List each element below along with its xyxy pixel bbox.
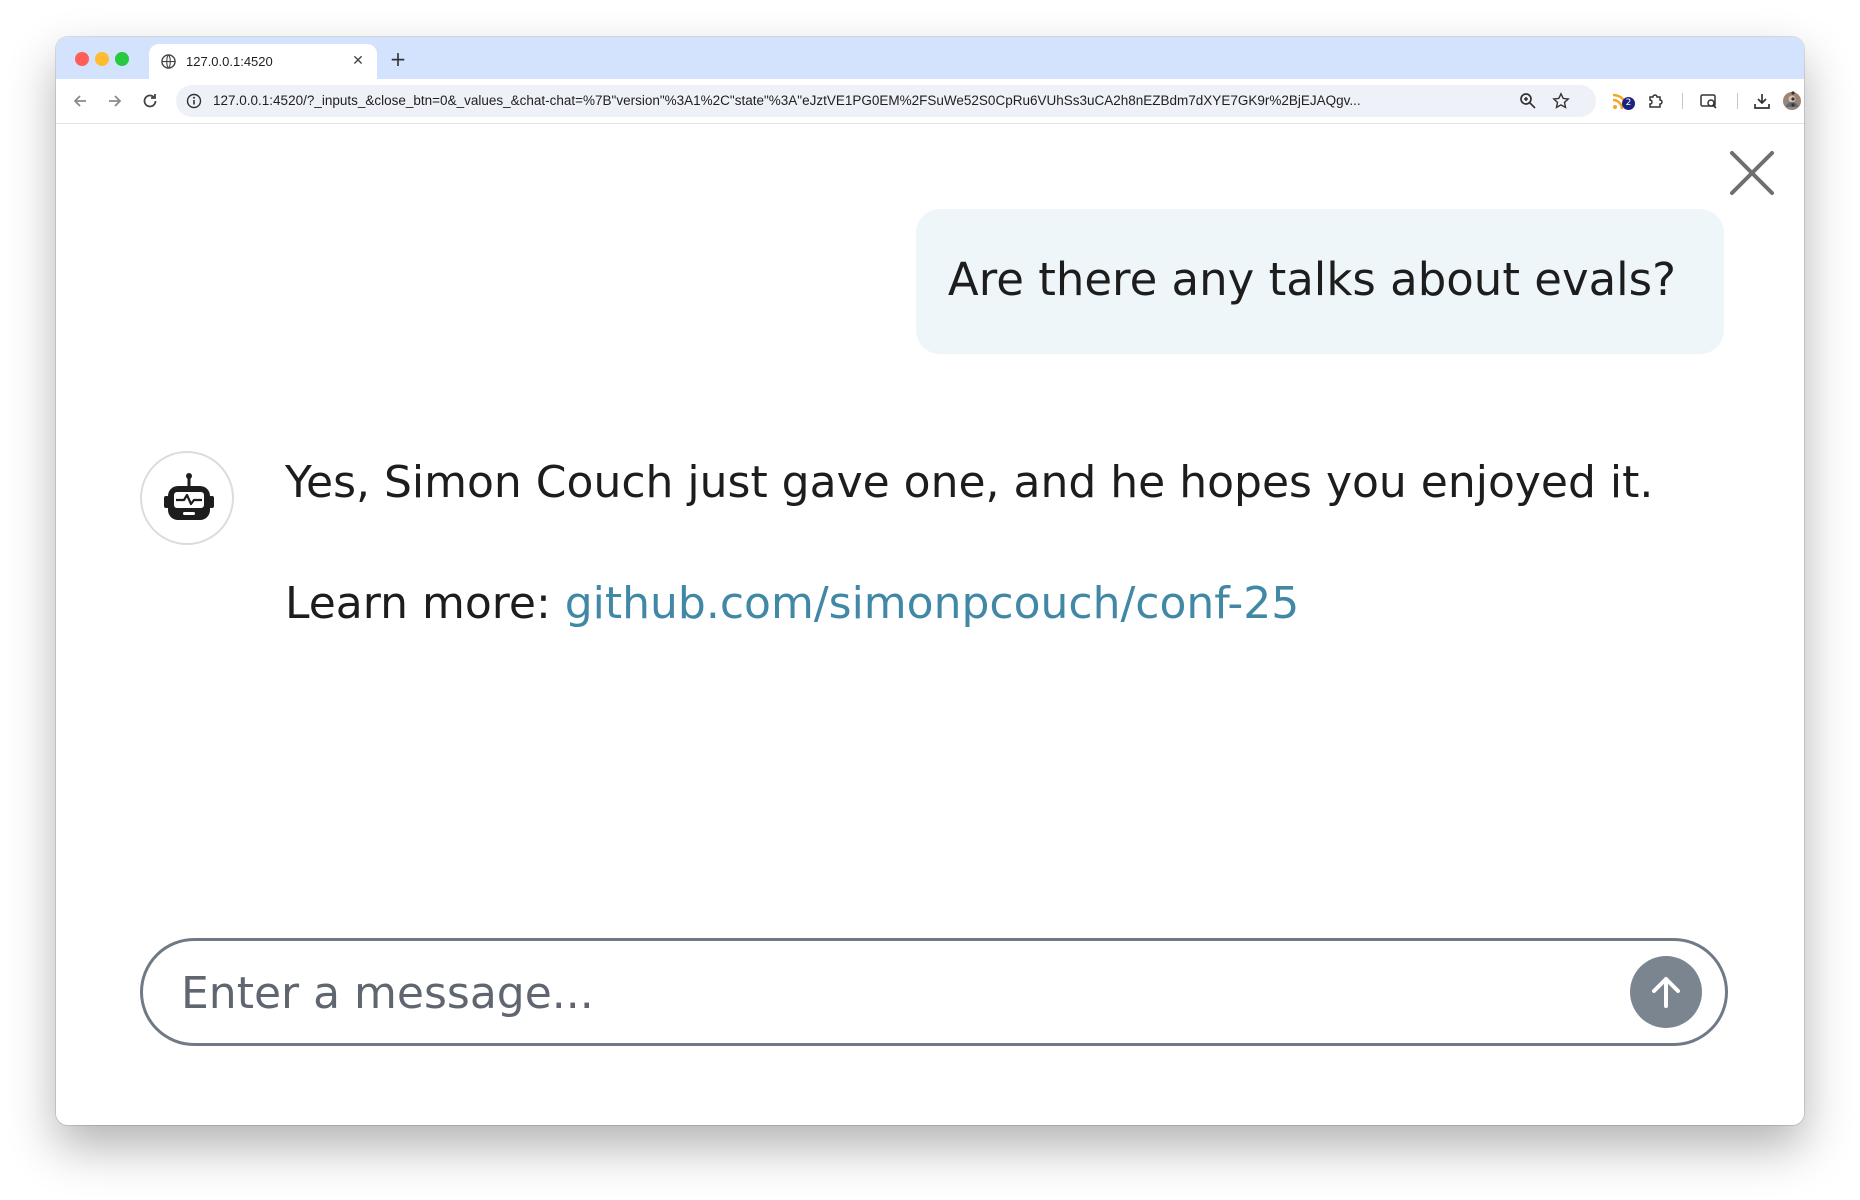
- browser-toolbar: 127.0.0.1:4520/?_inputs_&close_btn=0&_va…: [56, 79, 1804, 124]
- site-info-icon[interactable]: [186, 93, 202, 109]
- assistant-avatar: [140, 451, 234, 545]
- github-link[interactable]: github.com/simonpcouch/conf-25: [565, 578, 1300, 629]
- tab-bar: 127.0.0.1:4520 ✕ +: [56, 37, 1804, 79]
- toolbar-divider: [1682, 93, 1683, 109]
- user-message-bubble: Are there any talks about evals?: [916, 209, 1724, 354]
- learn-more-label: Learn more:: [285, 578, 565, 629]
- tab-title: 127.0.0.1:4520: [186, 54, 273, 69]
- back-arrow-icon[interactable]: [70, 91, 90, 111]
- extension-badge: 2: [1622, 97, 1635, 110]
- tab-close-icon[interactable]: ✕: [349, 52, 367, 70]
- download-icon[interactable]: [1752, 91, 1772, 111]
- more-menu-icon[interactable]: [1783, 89, 1803, 109]
- window-close-dot[interactable]: [75, 52, 89, 66]
- puzzle-extensions-icon[interactable]: [1646, 91, 1666, 111]
- new-tab-button[interactable]: +: [388, 49, 408, 69]
- window-minimize-dot[interactable]: [95, 52, 109, 66]
- user-message-text: Are there any talks about evals?: [947, 253, 1676, 306]
- tab-search-icon[interactable]: [1699, 91, 1719, 111]
- message-input[interactable]: [179, 957, 1583, 1029]
- browser-window: 127.0.0.1:4520 ✕ + 127.0.0.1:4520/?_inpu…: [56, 37, 1804, 1125]
- close-icon[interactable]: [1728, 149, 1776, 197]
- assistant-learn-more: Learn more: github.com/simonpcouch/conf-…: [285, 578, 1299, 629]
- zoom-icon[interactable]: [1519, 92, 1537, 110]
- chat-page: Are there any talks about evals? Yes, Si…: [56, 124, 1804, 1125]
- url-text[interactable]: 127.0.0.1:4520/?_inputs_&close_btn=0&_va…: [213, 93, 1453, 108]
- robot-icon: [164, 473, 214, 520]
- forward-arrow-icon[interactable]: [105, 91, 125, 111]
- reload-icon[interactable]: [140, 91, 160, 111]
- send-button[interactable]: [1630, 956, 1702, 1028]
- assistant-message-text: Yes, Simon Couch just gave one, and he h…: [285, 457, 1654, 508]
- browser-tab[interactable]: 127.0.0.1:4520 ✕: [149, 44, 377, 79]
- bookmark-star-icon[interactable]: [1552, 92, 1570, 110]
- address-bar[interactable]: 127.0.0.1:4520/?_inputs_&close_btn=0&_va…: [176, 85, 1596, 117]
- window-zoom-dot[interactable]: [115, 52, 129, 66]
- message-input-container: [140, 938, 1728, 1046]
- toolbar-divider: [1737, 93, 1738, 109]
- arrow-up-icon: [1652, 977, 1680, 1008]
- globe-icon: [161, 54, 176, 69]
